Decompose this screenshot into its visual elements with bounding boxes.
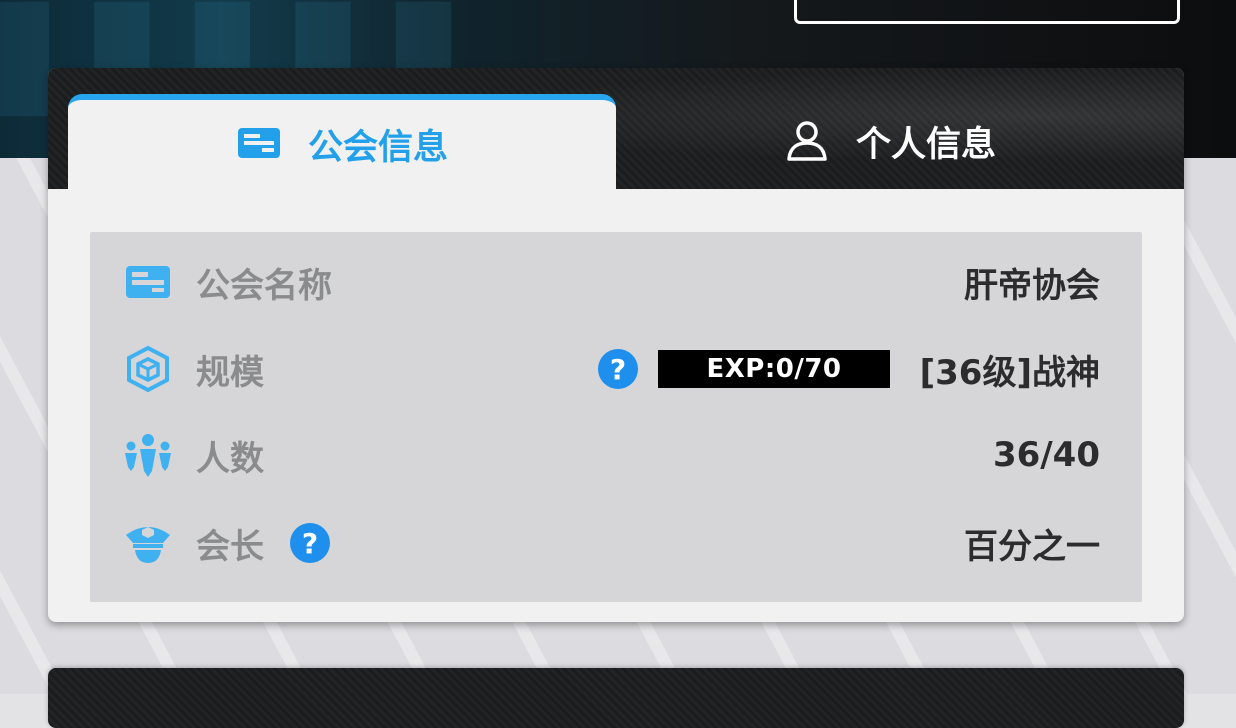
officer-cap-icon — [122, 517, 174, 569]
top-outline-button[interactable] — [794, 0, 1180, 24]
guild-leader-row: 会长 ? 百分之一 — [90, 513, 1142, 573]
guild-name-label: 公会名称 — [196, 265, 332, 306]
leader-help-button[interactable]: ? — [290, 523, 330, 563]
guild-leader-label: 会长 — [196, 526, 264, 567]
cube-icon — [122, 343, 174, 395]
guild-leader-value: 百分之一 — [964, 526, 1100, 567]
tab-guild-info[interactable]: 公会信息 — [68, 94, 616, 189]
id-card-icon — [236, 126, 282, 164]
people-icon — [122, 429, 174, 481]
guild-name-row: 公会名称 肝帝协会 — [90, 252, 1142, 312]
tab-personal-info[interactable]: 个人信息 — [616, 94, 1164, 189]
guild-scale-label: 规模 — [196, 352, 264, 393]
guild-name-value: 肝帝协会 — [964, 265, 1100, 306]
secondary-card — [48, 668, 1184, 728]
id-card-icon — [122, 256, 174, 308]
guild-members-value: 36/40 — [992, 435, 1100, 475]
guild-info-card: 公会信息 个人信息 公会名称 肝帝协会 规模 ? EXP:0/70 [36级]战… — [48, 68, 1184, 622]
guild-info-panel: 公会名称 肝帝协会 规模 ? EXP:0/70 [36级]战神 人数 36/40… — [90, 232, 1142, 602]
guild-scale-value: [36级]战神 — [919, 352, 1100, 393]
guild-members-row: 人数 36/40 — [90, 425, 1142, 485]
tab-bar: 公会信息 个人信息 — [48, 68, 1184, 189]
tab-personal-info-label: 个人信息 — [855, 125, 996, 165]
user-icon — [784, 117, 830, 167]
guild-scale-row: 规模 ? EXP:0/70 [36级]战神 — [90, 339, 1142, 399]
exp-progress-bar: EXP:0/70 — [658, 350, 890, 388]
guild-members-label: 人数 — [196, 438, 264, 479]
tab-guild-info-label: 公会信息 — [307, 128, 448, 168]
scale-help-button[interactable]: ? — [598, 349, 638, 389]
